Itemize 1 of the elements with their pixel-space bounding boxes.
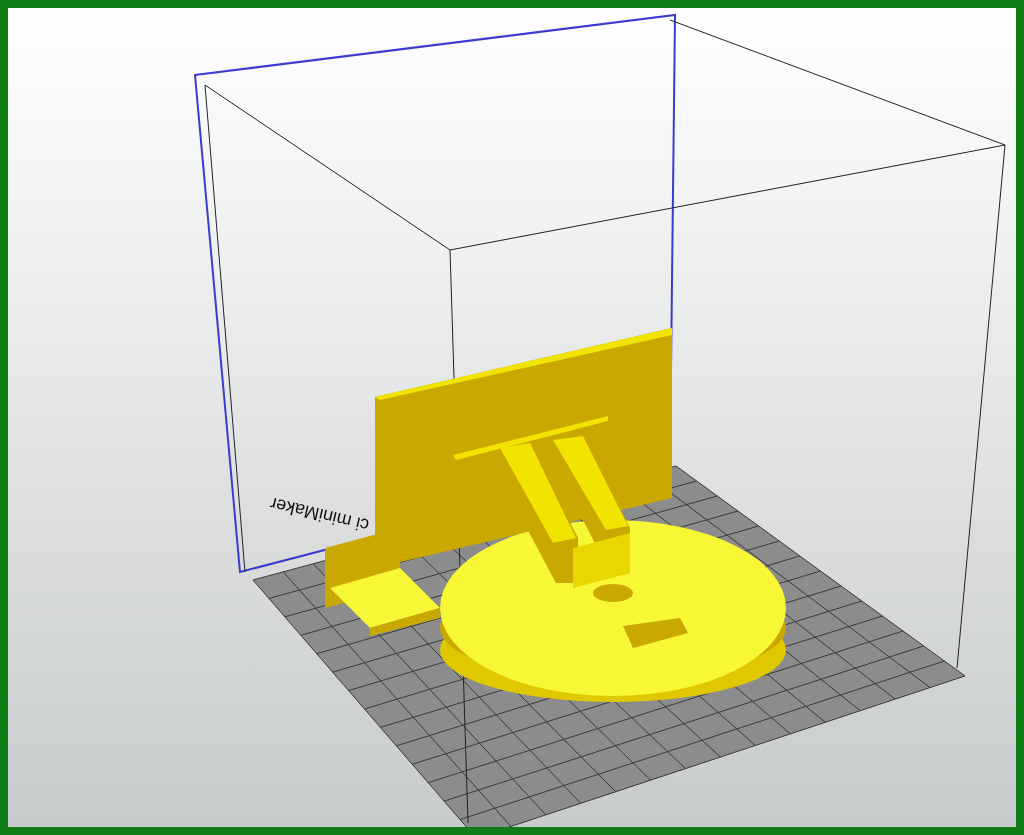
plate-label: ci miniMaker xyxy=(267,493,371,536)
